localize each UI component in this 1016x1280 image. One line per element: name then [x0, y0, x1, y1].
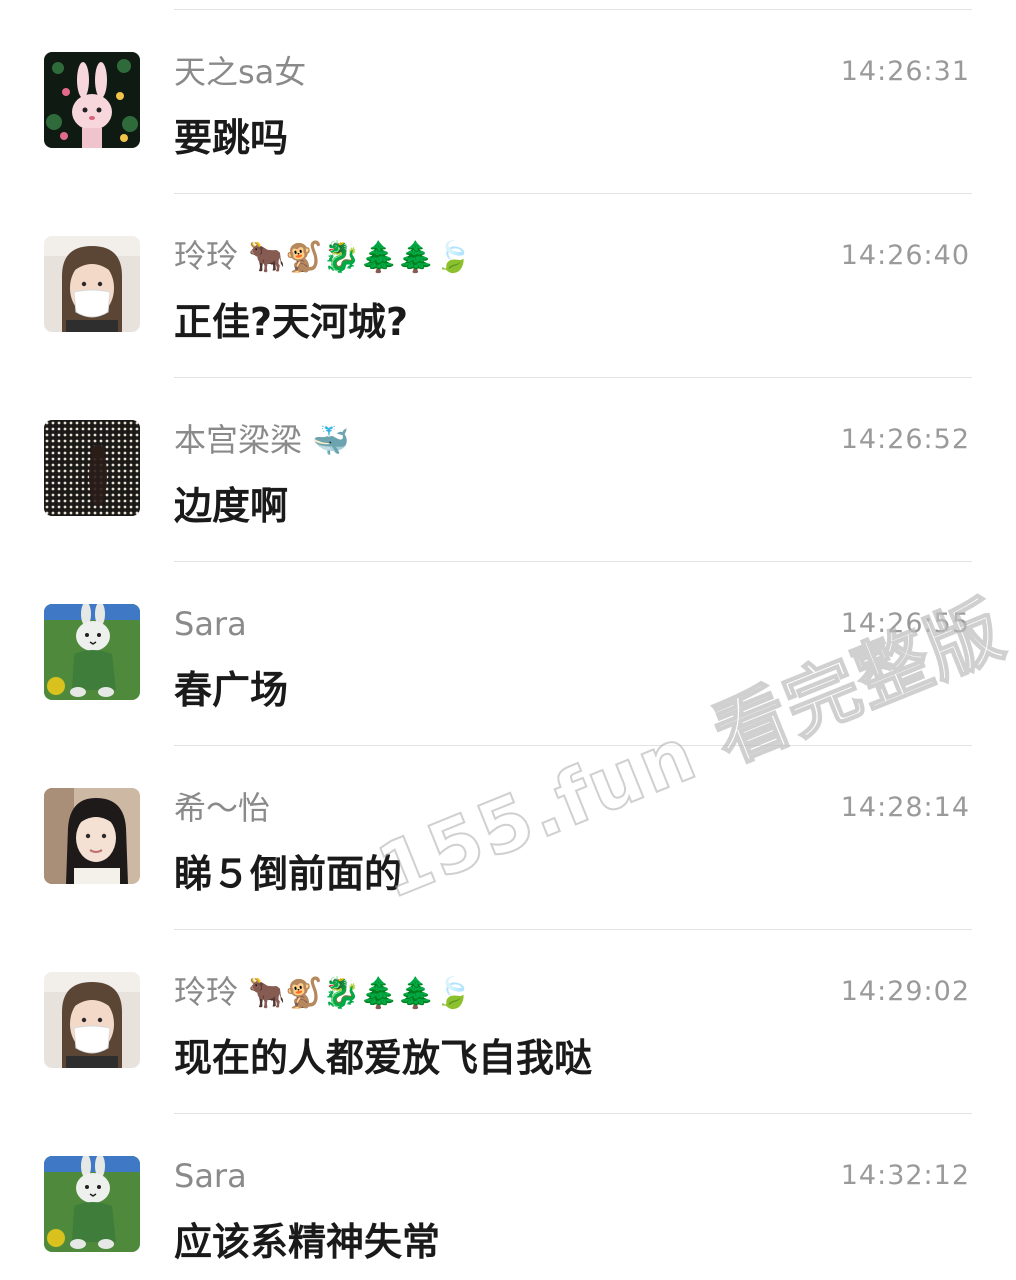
- woman-selfie-avatar-icon: [44, 788, 140, 884]
- message-row[interactable]: 玲玲 🐂🐒🐉🌲🌲🍃 14:29:02 现在的人都爱放飞自我哒: [0, 930, 1016, 1114]
- avatar[interactable]: [44, 788, 140, 884]
- sender-emoji: 🐂🐒🐉🌲🌲🍃: [248, 976, 473, 1011]
- woman-mask-avatar-icon: [44, 236, 140, 332]
- sender-name: Sara: [174, 1156, 257, 1198]
- sender-name: 玲玲 🐂🐒🐉🌲🌲🍃: [174, 236, 472, 278]
- sender-name: Sara: [174, 604, 257, 646]
- message-text[interactable]: 睇５倒前面的: [174, 850, 402, 898]
- message-text[interactable]: 现在的人都爱放飞自我哒: [174, 1034, 592, 1082]
- miffy-avatar-icon: [44, 604, 140, 700]
- message-text[interactable]: 正佳?天河城?: [174, 298, 408, 346]
- timestamp: 14:26:52: [840, 424, 970, 455]
- sender-label: Sara: [174, 1157, 247, 1195]
- avatar[interactable]: [44, 604, 140, 700]
- message-row[interactable]: Sara 14:26:55 春广场: [0, 562, 1016, 746]
- message-row[interactable]: Sara 14:32:12 应该系精神失常: [0, 1114, 1016, 1280]
- sender-label: 玲玲: [174, 973, 239, 1011]
- timestamp: 14:26:40: [840, 240, 970, 271]
- sender-name: 希～怡: [174, 788, 280, 830]
- chat-message-list[interactable]: 天之sa女 14:26:31 要跳吗 玲玲 🐂🐒🐉🌲🌲🍃 14:26:40 正佳…: [0, 0, 1016, 1280]
- sender-label: 玲玲: [174, 237, 239, 275]
- sender-emoji: 🐳: [312, 424, 350, 459]
- message-text[interactable]: 边度啊: [174, 482, 288, 530]
- message-row[interactable]: 本宫梁梁 🐳 14:26:52 边度啊: [0, 378, 1016, 562]
- miffy-avatar-icon: [44, 1156, 140, 1252]
- message-text[interactable]: 应该系精神失常: [174, 1218, 440, 1266]
- message-text[interactable]: 要跳吗: [174, 114, 288, 162]
- timestamp: 14:26:31: [840, 56, 970, 87]
- avatar[interactable]: [44, 1156, 140, 1252]
- sender-name: 天之sa女: [174, 52, 316, 94]
- timestamp: 14:26:55: [840, 608, 970, 639]
- timestamp: 14:29:02: [840, 976, 970, 1007]
- avatar[interactable]: [44, 52, 140, 148]
- message-text[interactable]: 春广场: [174, 666, 288, 714]
- sender-name: 玲玲 🐂🐒🐉🌲🌲🍃: [174, 972, 472, 1014]
- sender-name: 本宫梁梁 🐳: [174, 420, 349, 462]
- timestamp: 14:28:14: [840, 792, 970, 823]
- message-row[interactable]: 天之sa女 14:26:31 要跳吗: [0, 10, 1016, 194]
- avatar[interactable]: [44, 972, 140, 1068]
- sender-label: 希～怡: [174, 789, 271, 827]
- dark-lights-avatar-icon: [44, 420, 140, 516]
- woman-mask-avatar-icon: [44, 972, 140, 1068]
- timestamp: 14:32:12: [840, 1160, 970, 1191]
- sender-label: Sara: [174, 605, 247, 643]
- message-row[interactable]: 玲玲 🐂🐒🐉🌲🌲🍃 14:26:40 正佳?天河城?: [0, 194, 1016, 378]
- avatar[interactable]: [44, 236, 140, 332]
- sender-label: 本宫梁梁: [174, 421, 303, 459]
- bunny-flowers-avatar-icon: [44, 52, 140, 148]
- sender-label: 天之sa女: [174, 53, 307, 91]
- message-row[interactable]: 希～怡 14:28:14 睇５倒前面的: [0, 746, 1016, 930]
- sender-emoji: 🐂🐒🐉🌲🌲🍃: [248, 240, 473, 275]
- avatar[interactable]: [44, 420, 140, 516]
